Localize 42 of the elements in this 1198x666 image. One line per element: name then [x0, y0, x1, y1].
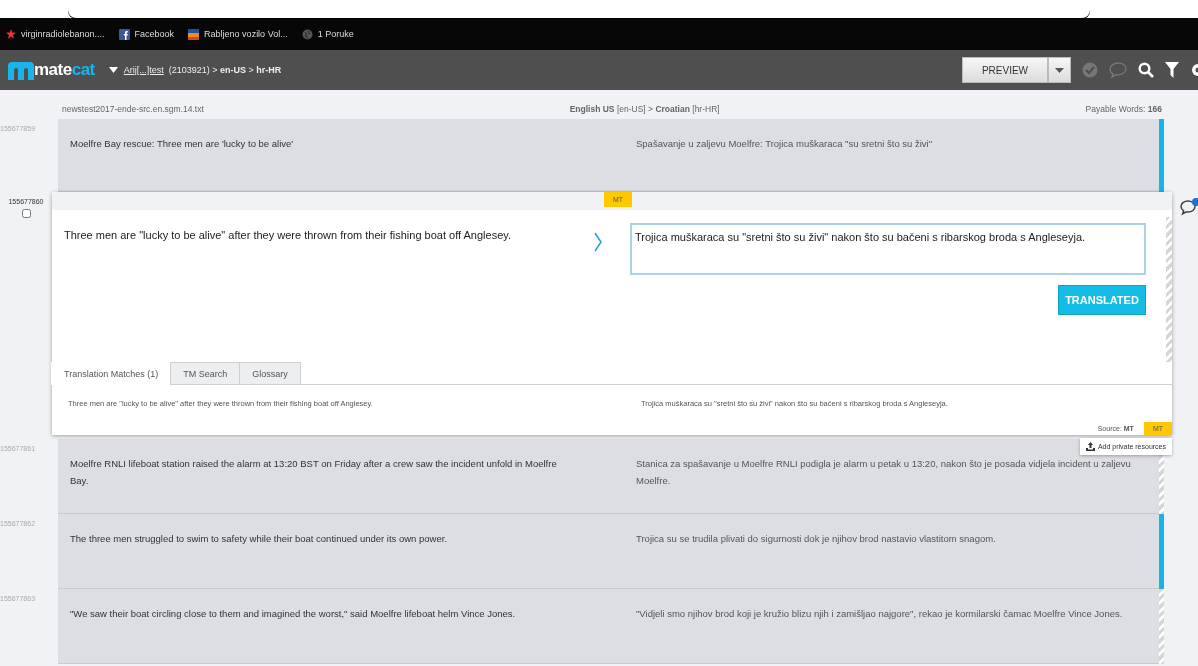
logo-icon — [8, 62, 34, 80]
file-name: newstest2017-ende-src.en.sgm.14.txt — [62, 104, 204, 114]
check-icon[interactable] — [1082, 62, 1098, 78]
job-info: (2103921) > en-US > hr-HR — [168, 65, 282, 75]
bookmark-link[interactable]: Facebook — [118, 28, 175, 40]
filter-icon[interactable] — [1165, 62, 1179, 78]
segment-row[interactable]: The three men struggled to swim to safety while their boat continued under its own power. Trojica su se trudila plivati do sigurnosti dok je njihov brod nastavio vlastitom snagom. — [58, 514, 1159, 589]
panel-tab[interactable]: Glossary — [239, 362, 301, 385]
search-icon[interactable] — [1138, 62, 1154, 78]
chevron-icon[interactable] — [594, 232, 602, 252]
target-text: "Vidjeli smo njihov brod koji je kružio blizu njih i zamišljao najgore", rekao je kormilarski čamac Moelfre Vince Jones. — [636, 607, 1124, 621]
globe-icon — [301, 28, 313, 40]
upload-icon — [1085, 442, 1095, 451]
preview-button[interactable]: PREVIEW — [962, 57, 1048, 83]
logo-text[interactable]: matecat — [8, 60, 95, 80]
source-text: Moelfre Bay rescue: Three men are 'lucky to be alive' — [70, 137, 295, 151]
facebook-icon — [118, 28, 130, 40]
source-text: "We saw their boat circling close to them and imagined the worst," said Moelfre lifeboat helm Vince Jones. — [70, 607, 517, 621]
source-text: The three men struggled to swim to safety while their boat continued under its own power. — [70, 532, 449, 546]
target-text: Stanica za spašavanje u Moelfre RNLI podigla je alarm u petak u 13:20, nakon što je posada vidjela incident u zaljevu Moelfre. — [636, 457, 1132, 488]
translation-input[interactable]: Trojica muškaraca su "sretni što su živi" nakon što su bačeni s ribarskog broda s Angleseyja. — [630, 223, 1146, 275]
bookmark-link[interactable]: Rabljeno vozilo Vol... — [188, 28, 288, 40]
bookmark-link[interactable]: 1 Poruke — [301, 28, 354, 40]
caret-icon — [1055, 67, 1064, 73]
source-text: Moelfre RNLI lifeboat station raised the alarm at 13:20 BST on Friday after a crew saw the incident unfold in Moelfre Bay. — [70, 457, 558, 488]
caret-icon[interactable] — [108, 67, 118, 73]
segment-row[interactable]: Moelfre Bay rescue: Three men are 'lucky to be alive' Spašavanje u zaljevu Moelfre: Trojica muškaraca "su sretni što su živi" — [58, 119, 1159, 192]
panel-tab[interactable]: TM Search — [170, 362, 241, 385]
segment-checkbox[interactable] — [21, 209, 31, 218]
site-icon — [188, 28, 200, 40]
target-text: Trojica su se trudila plivati do sigurnosti dok je njihov brod nastavio vlastitom snagom. — [636, 532, 997, 546]
target-text: Spašavanje u zaljevu Moelfre: Trojica muškaraca "su sretni što su živi" — [636, 137, 934, 151]
language-pair: English US [en-US] > Croatian [hr-HR] — [569, 104, 720, 114]
dropdown-button[interactable] — [1048, 57, 1071, 83]
payable-words: Payable Words: 166 — [1085, 104, 1162, 114]
bookmark-link[interactable]: virginradiolebanon.... — [6, 29, 105, 39]
star-icon — [6, 29, 16, 39]
segment-row[interactable] — [58, 589, 1159, 664]
source-text: Three men are "lucky to be alive" after they were thrown from their fishing boat off Anglesey. — [63, 228, 512, 243]
comment-icon[interactable] — [1180, 198, 1198, 216]
project-link[interactable]: Arij[...]test — [123, 65, 164, 75]
gear-icon[interactable] — [1190, 62, 1198, 78]
